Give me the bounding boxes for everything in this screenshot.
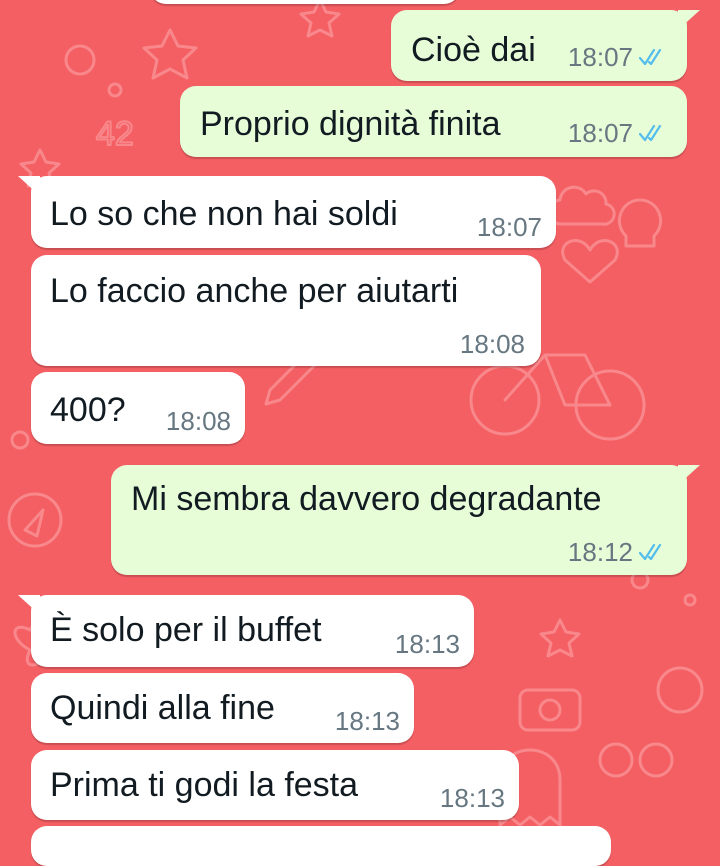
bubble-tail xyxy=(18,595,40,615)
star-doodle xyxy=(539,618,581,658)
message-meta: 18:08 xyxy=(460,329,525,359)
outgoing-message-bubble[interactable]: Mi sembra davvero degradante 18:12 xyxy=(111,465,700,575)
incoming-message-bubble[interactable]: È solo per il buffet 18:13 xyxy=(18,595,474,667)
compass-needle-doodle xyxy=(23,508,45,538)
dot-doodle xyxy=(683,593,697,607)
message-meta: 18:12 xyxy=(568,537,667,567)
message-text: Prima ti godi la festa xyxy=(50,766,359,804)
cloud-doodle xyxy=(547,185,616,226)
message-meta: 18:13 xyxy=(335,706,400,736)
star-doodle xyxy=(299,0,341,38)
number-doodle: 42 xyxy=(96,115,134,153)
message-time: 18:13 xyxy=(439,783,505,813)
glasses-doodle xyxy=(598,742,674,778)
message-time: 18:08 xyxy=(165,406,231,436)
heart-doodle xyxy=(561,239,619,284)
message-time: 18:12 xyxy=(567,537,633,567)
clipped-message-bubble[interactable] xyxy=(31,826,611,866)
bubble-doodle xyxy=(107,82,123,98)
incoming-message-bubble[interactable]: Prima ti godi la festa 18:13 xyxy=(31,750,519,820)
ball-doodle xyxy=(656,666,704,714)
bubble-doodle xyxy=(64,44,96,76)
outgoing-message-bubble[interactable]: Proprio dignità finita 18:07 xyxy=(180,86,687,157)
incoming-message-bubble[interactable]: 400? 18:08 xyxy=(31,372,245,444)
bubble-tail xyxy=(18,176,40,196)
incoming-message-bubble[interactable]: Lo so che non hai soldi 18:07 xyxy=(18,176,556,248)
message-time: 18:13 xyxy=(334,706,400,736)
incoming-message-bubble[interactable]: Quindi alla fine 18:13 xyxy=(31,673,414,743)
double-check-read-icon xyxy=(639,48,662,66)
bubble-tail xyxy=(678,10,700,30)
message-meta: 18:08 xyxy=(166,406,231,436)
message-meta: 18:13 xyxy=(440,783,505,813)
message-text: Lo so che non hai soldi xyxy=(50,195,398,233)
message-time: 18:07 xyxy=(567,118,633,148)
camera-doodle xyxy=(518,688,582,732)
message-text: È solo per il buffet xyxy=(50,611,322,649)
double-check-read-icon xyxy=(639,543,662,561)
message-time: 18:07 xyxy=(476,212,542,242)
message-time: 18:13 xyxy=(394,629,460,659)
message-text: Lo faccio anche per aiutarti xyxy=(50,272,459,310)
message-meta: 18:13 xyxy=(395,629,460,659)
lightbulb-doodle xyxy=(618,198,662,248)
incoming-message-bubble[interactable]: Lo faccio anche per aiutarti 18:08 xyxy=(31,255,541,366)
outgoing-message-bubble[interactable]: Cioè dai 18:07 xyxy=(391,10,700,81)
message-time: 18:08 xyxy=(459,329,525,359)
double-check-read-icon xyxy=(639,124,662,142)
camera-lens-doodle xyxy=(538,698,562,722)
message-text: Proprio dignità finita xyxy=(200,105,501,143)
message-text: Cioè dai xyxy=(411,31,536,69)
message-text: Mi sembra davvero degradante xyxy=(131,480,602,518)
message-meta: 18:07 xyxy=(568,118,667,148)
dot-doodle xyxy=(10,430,30,450)
clipped-message-bubble[interactable] xyxy=(150,0,460,4)
star-doodle xyxy=(142,28,198,80)
bubble-tail xyxy=(678,465,700,485)
message-time: 18:07 xyxy=(567,42,633,72)
message-meta: 18:07 xyxy=(568,42,667,72)
message-text: 400? xyxy=(50,391,126,429)
message-text: Quindi alla fine xyxy=(50,689,275,727)
message-meta: 18:07 xyxy=(477,212,542,242)
